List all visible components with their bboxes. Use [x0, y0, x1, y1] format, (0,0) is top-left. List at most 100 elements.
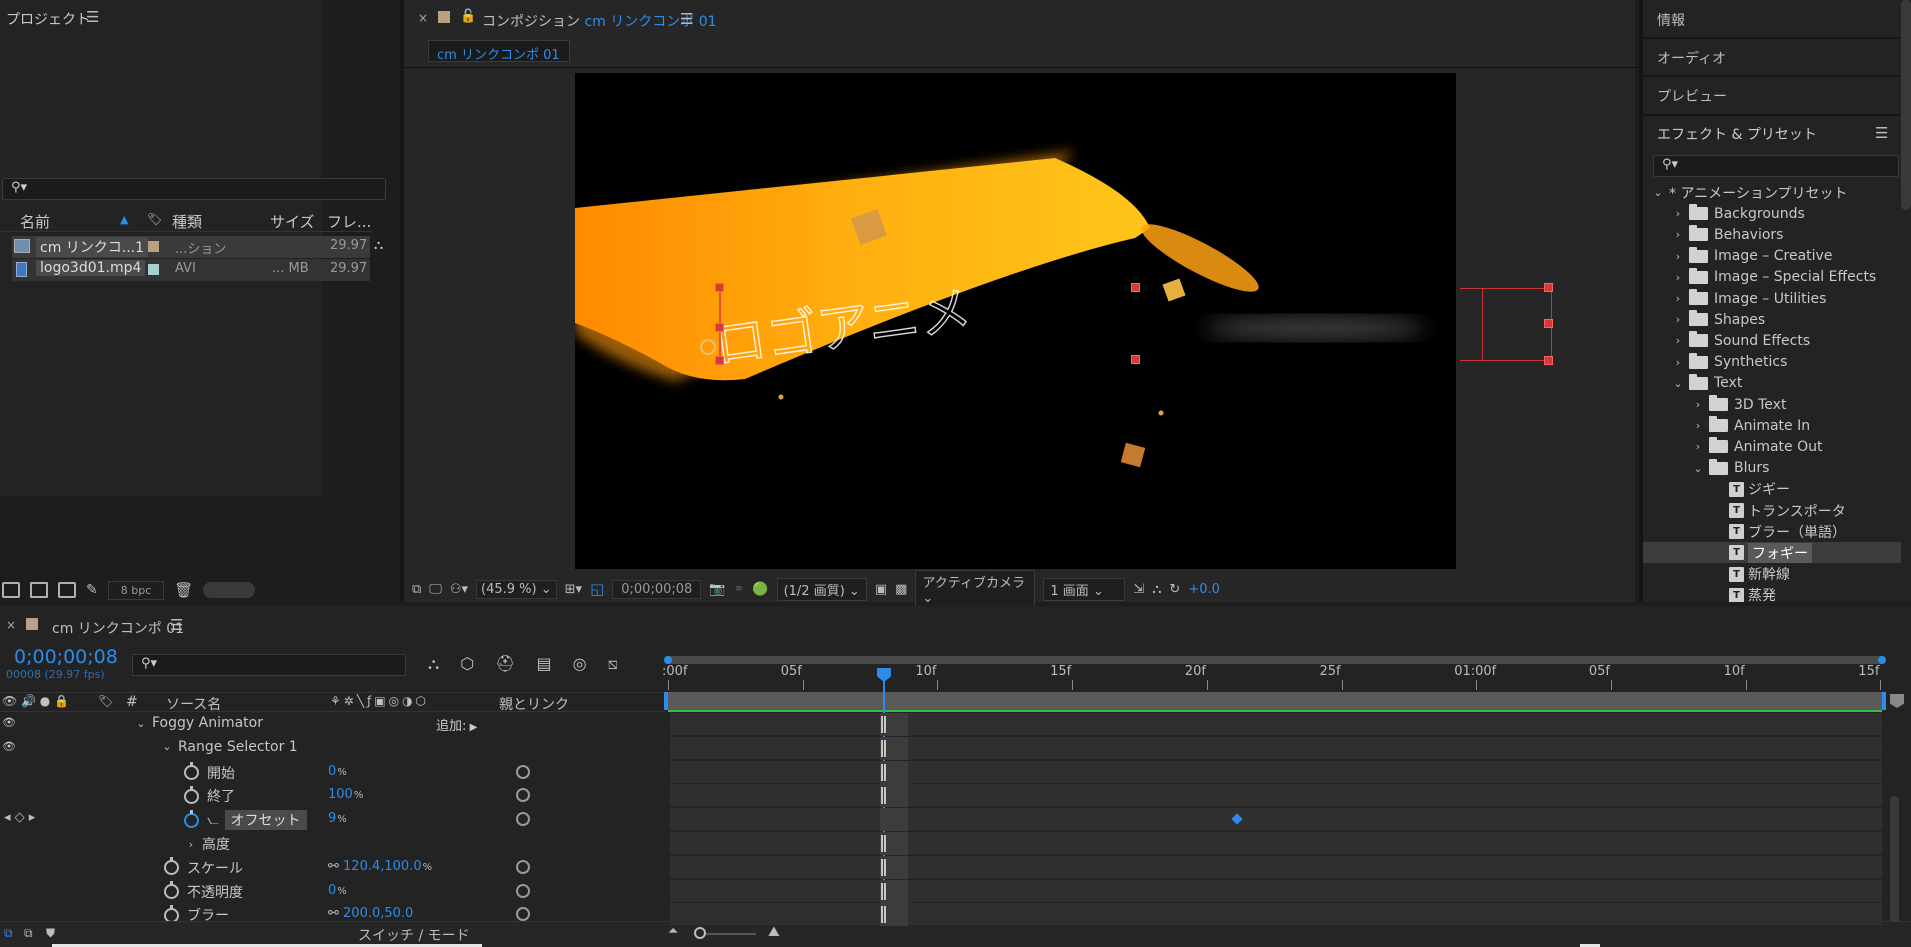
- flowchart-icon[interactable]: ⛬: [374, 238, 383, 253]
- effects-tree-item[interactable]: T 蒸発: [1711, 585, 1776, 602]
- column-frame[interactable]: フレ...: [327, 211, 371, 232]
- expression-pickwhip-icon[interactable]: [516, 907, 530, 922]
- constrain-link-icon[interactable]: ⚯: [328, 859, 343, 874]
- transform-handle[interactable]: [1131, 355, 1140, 364]
- transparency-grid-icon[interactable]: ▩: [895, 582, 907, 597]
- effects-tree-item[interactable]: T 新幹線: [1711, 564, 1790, 585]
- layer-property-row[interactable]: › 高度: [0, 832, 665, 856]
- column-source-name[interactable]: ソース名: [166, 694, 221, 714]
- effects-tree-item[interactable]: T ジギー: [1711, 479, 1790, 500]
- draft-3d-icon[interactable]: ⬡: [460, 654, 474, 674]
- property-value[interactable]: ⚯ 120.4,100.0%: [328, 859, 432, 874]
- property-value[interactable]: 0%: [328, 764, 347, 779]
- layer-property-row[interactable]: 不透明度 0%: [0, 880, 665, 904]
- switch-mode-toggle[interactable]: スイッチ / モード: [358, 925, 470, 945]
- adjust-icon[interactable]: ✎: [86, 582, 98, 598]
- trash-icon[interactable]: 🗑: [174, 581, 193, 599]
- effects-tree-item[interactable]: T トランスポータ: [1711, 500, 1846, 521]
- effects-tree-item[interactable]: › Image – Special Effects: [1671, 267, 1876, 288]
- transform-handle[interactable]: [1131, 283, 1140, 292]
- effects-tree-item[interactable]: › Image – Creative: [1671, 246, 1832, 267]
- project-menu-icon[interactable]: ☰: [86, 8, 99, 26]
- effects-tree-item[interactable]: › Animate Out: [1691, 436, 1823, 457]
- chevron-right-icon[interactable]: ›: [1691, 419, 1705, 432]
- effects-tree-item[interactable]: › Shapes: [1671, 309, 1765, 330]
- property-value[interactable]: 0%: [328, 883, 347, 898]
- effects-tree-item[interactable]: › Backgrounds: [1671, 203, 1805, 224]
- effects-tree-item[interactable]: › Sound Effects: [1671, 330, 1810, 351]
- region-icon[interactable]: ◱: [590, 580, 604, 598]
- expression-pickwhip-icon[interactable]: [516, 764, 530, 779]
- effects-tree-item[interactable]: › Animate In: [1691, 415, 1810, 436]
- timeline-track[interactable]: [670, 736, 1882, 760]
- layer-property-row[interactable]: ◂ ◇ ▸ ⦦ オフセット 9%: [0, 808, 665, 832]
- new-composition-icon[interactable]: [58, 582, 76, 598]
- chevron-right-icon[interactable]: ›: [1671, 313, 1685, 326]
- chevron-right-icon[interactable]: ›: [184, 838, 198, 851]
- effects-tree-item[interactable]: › 3D Text: [1691, 394, 1786, 415]
- timeline-tab[interactable]: cm リンクコンポ 01: [52, 618, 184, 638]
- add-animator-menu[interactable]: 追加: ▶: [436, 715, 477, 734]
- label-swatch[interactable]: [148, 264, 159, 275]
- layer-property-row[interactable]: スケール ⚯ 120.4,100.0%: [0, 856, 665, 880]
- info-panel-tab[interactable]: 情報: [1657, 10, 1685, 30]
- snapshot-icon[interactable]: 📷: [709, 582, 725, 597]
- graph-editor-icon[interactable]: ⧅: [608, 654, 618, 674]
- toggle-transfer-icon[interactable]: ⧉: [24, 926, 33, 941]
- channel-icon[interactable]: 🟢: [752, 582, 768, 597]
- motion-blur-icon[interactable]: ◎: [573, 654, 587, 674]
- transform-handle[interactable]: [715, 356, 724, 365]
- camera-dropdown[interactable]: アクティブカメラ ⌄: [915, 570, 1036, 608]
- stopwatch-icon[interactable]: [164, 881, 179, 900]
- expression-pickwhip-icon[interactable]: [516, 788, 530, 803]
- mask-icon[interactable]: ⚇▾: [450, 582, 468, 597]
- work-area-range[interactable]: [664, 692, 1886, 710]
- property-value[interactable]: 9%: [328, 811, 347, 826]
- view-layout-dropdown[interactable]: 1 画面 ⌄: [1043, 577, 1126, 601]
- effects-tree-item[interactable]: ⌄ * アニメーションプリセット: [1651, 182, 1847, 203]
- visibility-eye-icon[interactable]: 👁: [2, 716, 16, 729]
- zoom-in-icon[interactable]: ⛰: [768, 924, 780, 940]
- timeline-track[interactable]: [670, 713, 1882, 736]
- property-value[interactable]: 100%: [328, 787, 363, 802]
- close-icon[interactable]: ×: [6, 618, 16, 632]
- graph-icon[interactable]: ⦦: [207, 812, 219, 828]
- timeline-track[interactable]: [670, 784, 1882, 808]
- current-timecode[interactable]: 0;00;00;08: [14, 646, 118, 668]
- timeline-track[interactable]: [670, 832, 1882, 855]
- toggle-time-stretch-icon[interactable]: ⛊: [46, 926, 55, 941]
- label-tag-icon[interactable]: 🏷: [98, 694, 113, 708]
- chevron-down-icon[interactable]: ⌄: [1651, 186, 1665, 199]
- effects-panel-title[interactable]: エフェクト & プリセット: [1657, 124, 1817, 144]
- interpret-footage-icon[interactable]: [2, 582, 20, 598]
- layer-property-row[interactable]: 終了 100%: [0, 784, 665, 808]
- fast-preview-icon[interactable]: ▣: [875, 582, 887, 597]
- column-size[interactable]: サイズ: [270, 211, 315, 232]
- expression-pickwhip-icon[interactable]: [516, 883, 530, 898]
- effects-tree-item[interactable]: › Synthetics: [1671, 352, 1787, 373]
- effects-tree-item[interactable]: T ブラー（単語）: [1711, 521, 1846, 542]
- effects-tree-item[interactable]: ⌄ Blurs: [1691, 458, 1769, 479]
- timeline-vscroll[interactable]: [1890, 796, 1899, 936]
- stopwatch-icon[interactable]: [184, 785, 199, 804]
- keyframe-diamond[interactable]: [1231, 813, 1243, 825]
- transform-handle[interactable]: [1544, 319, 1553, 328]
- comp-flowchart-icon[interactable]: ⛬: [428, 654, 439, 674]
- effects-scrollbar[interactable]: [1901, 0, 1911, 210]
- chevron-right-icon[interactable]: ›: [1671, 334, 1685, 347]
- preview-panel-tab[interactable]: プレビュー: [1657, 86, 1727, 106]
- timeline-search-input[interactable]: ⚲▾: [132, 654, 406, 676]
- chevron-right-icon[interactable]: ›: [1671, 207, 1685, 220]
- effects-tree-item[interactable]: ⌄ Text: [1671, 373, 1742, 394]
- transform-handle[interactable]: [715, 283, 724, 292]
- av-switches-icons[interactable]: 👁 🔊 ● 🔒: [2, 694, 69, 708]
- monitor-icon[interactable]: 🖵: [429, 582, 442, 597]
- column-parent[interactable]: 親とリンク: [499, 694, 569, 714]
- property-value[interactable]: ⚯ 200.0,50.0: [328, 906, 413, 921]
- expression-pickwhip-icon[interactable]: [516, 812, 530, 827]
- chevron-down-icon[interactable]: ⌄: [160, 740, 174, 753]
- effects-tree-item[interactable]: › Behaviors: [1671, 224, 1783, 245]
- label-swatch[interactable]: [148, 241, 159, 252]
- chevron-right-icon[interactable]: ›: [1691, 398, 1705, 411]
- chevron-right-icon[interactable]: ›: [1671, 250, 1685, 263]
